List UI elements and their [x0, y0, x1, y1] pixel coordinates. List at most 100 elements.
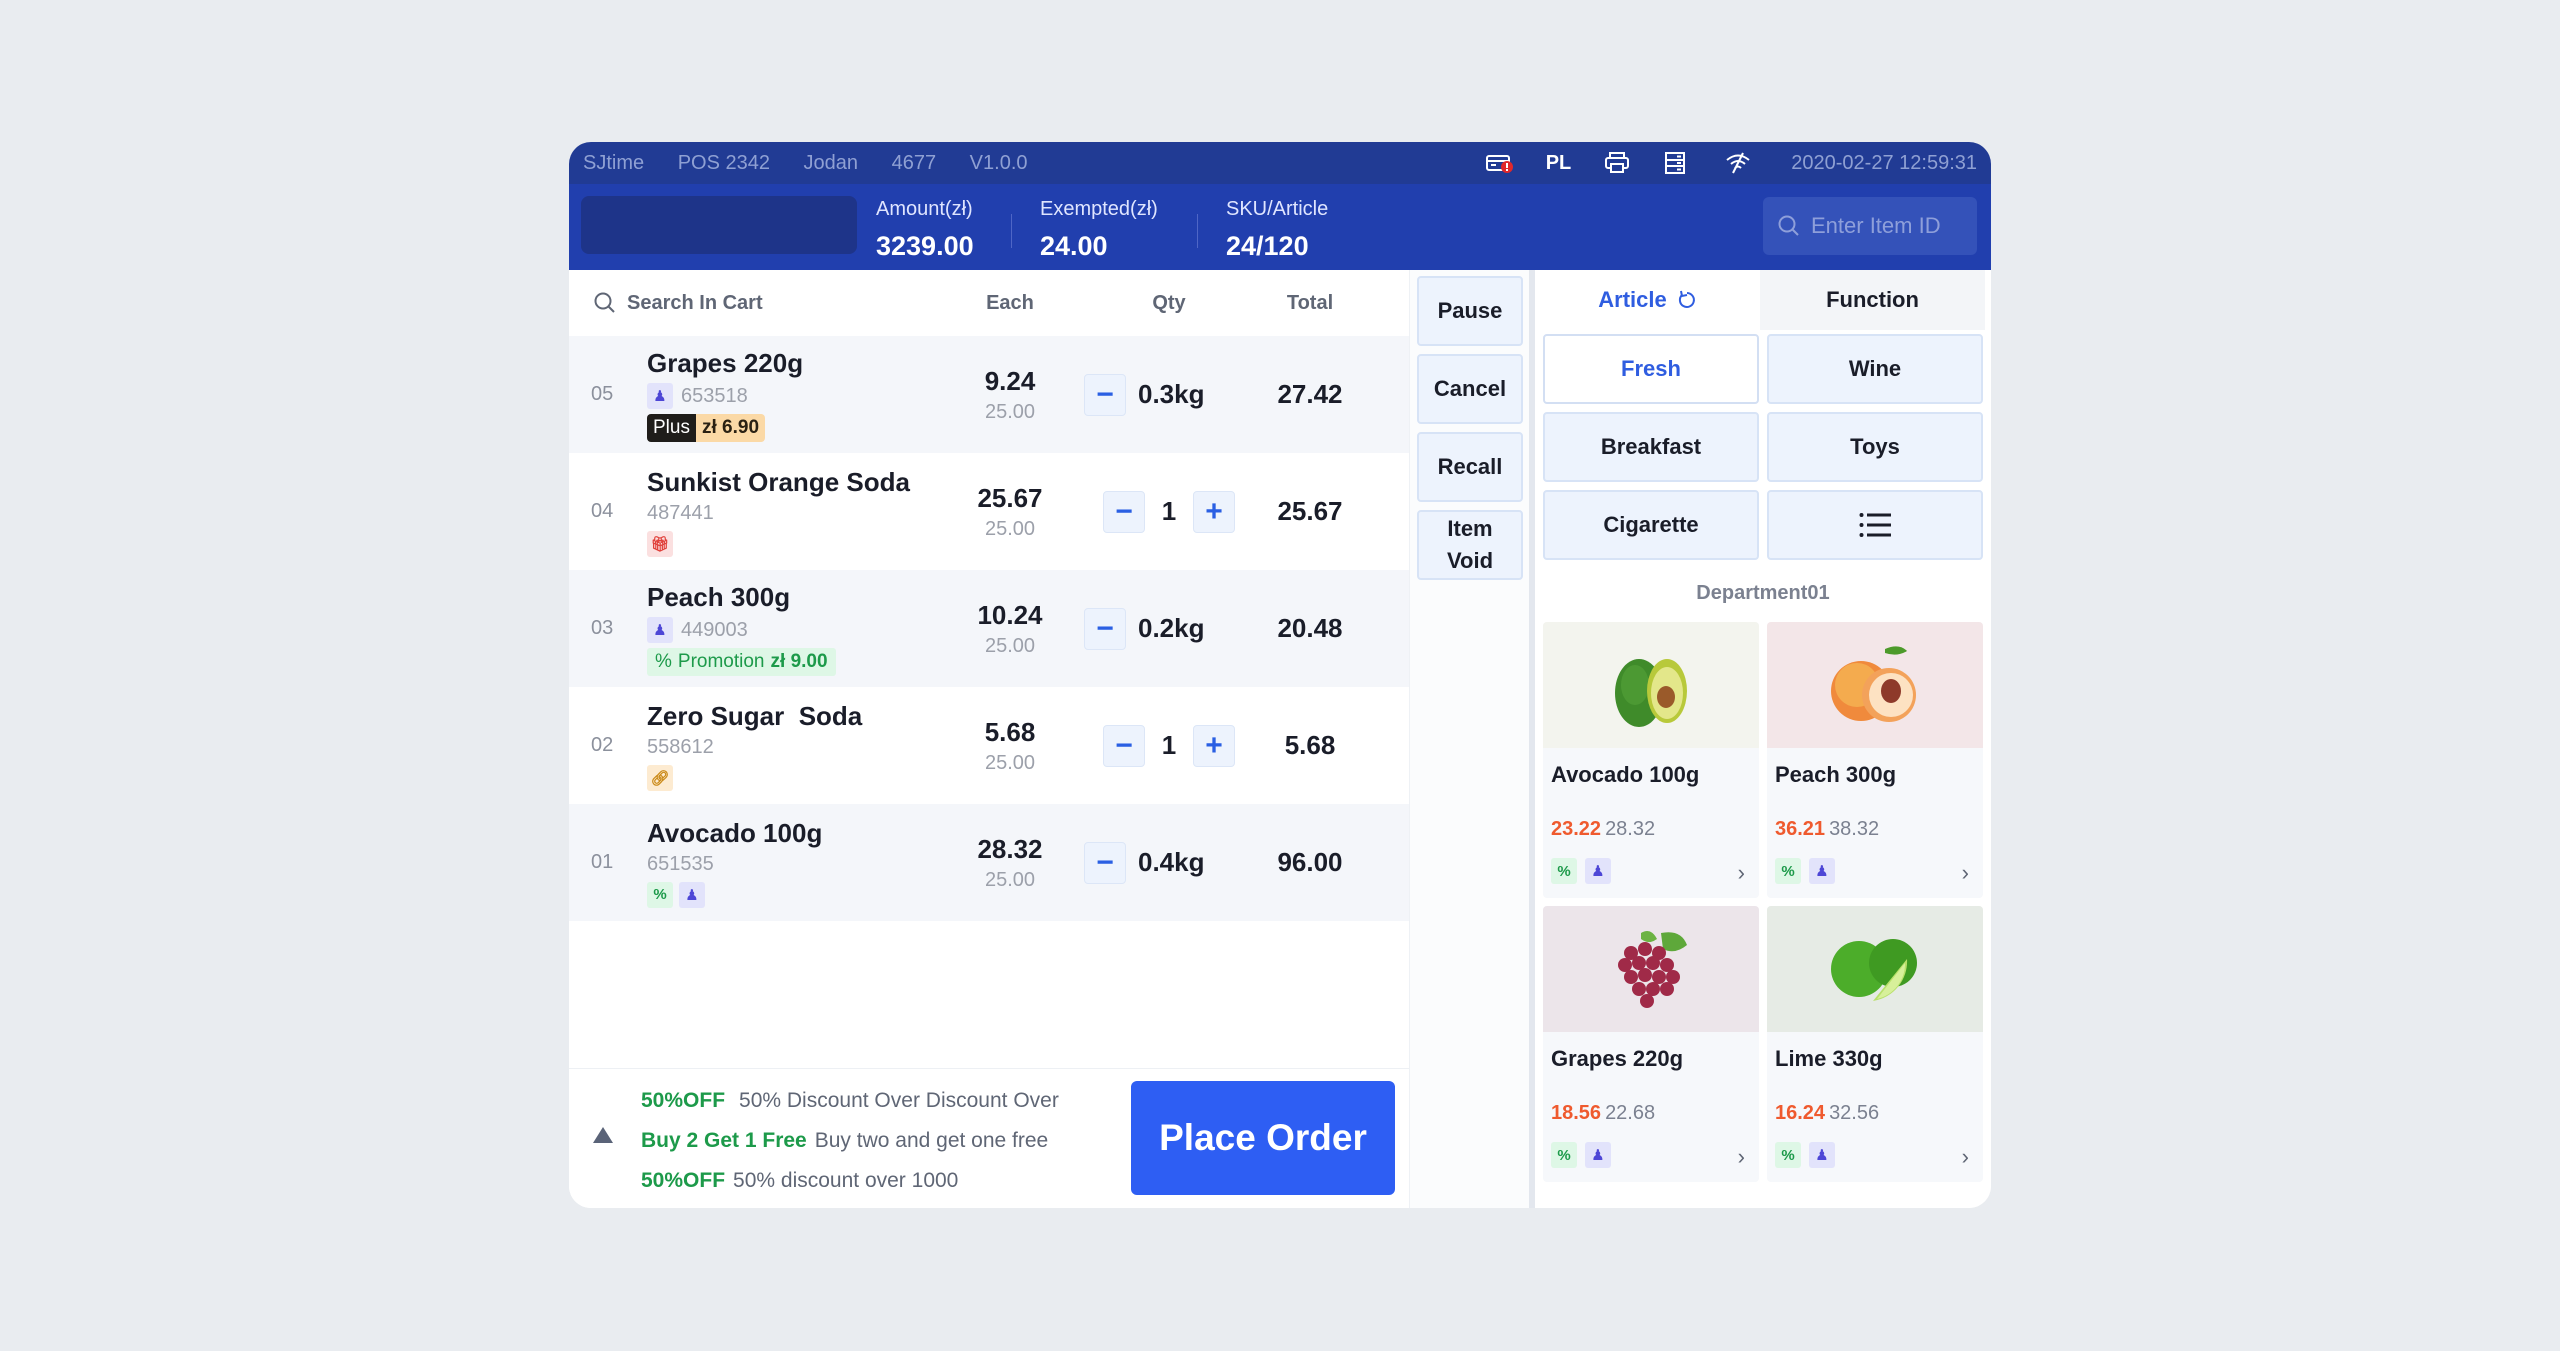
- app-version: V1.0.0: [969, 151, 1028, 174]
- product-card[interactable]: Peach 300g 36.21 38.32 % ♟ ›: [1767, 622, 1983, 898]
- item-name: Peach 300g: [647, 582, 791, 612]
- item-sku: 558612: [647, 735, 714, 758]
- chevron-right-icon[interactable]: ›: [1962, 1144, 1969, 1170]
- decrease-qty-button[interactable]: −: [1103, 724, 1145, 767]
- exempted-label: Exempted(zł): [1040, 198, 1158, 220]
- increase-qty-button[interactable]: +: [1193, 724, 1235, 767]
- action-column: Pause Cancel Recall Item Void: [1409, 270, 1529, 1208]
- cart-row[interactable]: 02 Zero Sugar Soda 558612 🔗︎ 5.68 25.00 −…: [569, 687, 1409, 804]
- search-in-cart[interactable]: Search In Cart: [569, 291, 944, 315]
- server-icon[interactable]: [1665, 152, 1691, 174]
- regular-price: 22.68: [1605, 1102, 1656, 1124]
- row-index: 02: [591, 734, 614, 756]
- unit-price: 5.68: [984, 716, 1036, 747]
- catalog-panel: Article Function Fresh Wine Breakfast To…: [1535, 270, 1991, 1208]
- chevron-right-icon[interactable]: ›: [1962, 860, 1969, 886]
- decrease-qty-button[interactable]: −: [1084, 607, 1126, 650]
- product-card[interactable]: Avocado 100g 23.22 28.32 % ♟ ›: [1543, 622, 1759, 898]
- promotion-desc: Buy two and get one free: [814, 1129, 1049, 1152]
- member-slot[interactable]: [581, 196, 857, 254]
- original-price: 25.00: [984, 634, 1036, 657]
- category-cigarette[interactable]: Cigarette: [1543, 490, 1759, 560]
- stat-divider: [1011, 214, 1012, 248]
- regular-price: 38.32: [1829, 818, 1880, 840]
- product-name: Lime 330g: [1775, 1046, 1883, 1071]
- product-card[interactable]: Grapes 220g 18.56 22.68 % ♟ ›: [1543, 906, 1759, 1182]
- wifi-off-icon[interactable]: [1725, 152, 1751, 174]
- plus-label: Plus: [647, 414, 696, 442]
- tab-function[interactable]: Function: [1760, 270, 1985, 330]
- cart-row[interactable]: 01 Avocado 100g 651535 % ♟ 28.32 25.00 − 0…: [569, 804, 1409, 921]
- sale-price: 36.21: [1775, 818, 1826, 840]
- tab-article[interactable]: Article: [1535, 270, 1760, 330]
- category-grid: Fresh Wine Breakfast Toys Cigarette: [1543, 334, 1983, 560]
- promotion-desc: 50% Discount Over Discount Over: [739, 1089, 1059, 1112]
- more-categories-button[interactable]: [1767, 490, 1983, 560]
- item-id-search[interactable]: [1763, 197, 1977, 255]
- category-toys[interactable]: Toys: [1767, 412, 1983, 482]
- avocado-image: [1543, 622, 1759, 748]
- member-icon: ♟: [679, 881, 705, 908]
- peach-image: [1767, 622, 1983, 748]
- item-name: Avocado 100g: [647, 817, 823, 848]
- category-breakfast[interactable]: Breakfast: [1543, 412, 1759, 482]
- promotion-key: Buy 2 Get 1 Free: [641, 1129, 807, 1152]
- recall-button[interactable]: Recall: [1417, 432, 1523, 502]
- promotion-badge: % Promotion zł 9.00: [647, 648, 836, 676]
- unit-price: 10.24: [977, 599, 1043, 630]
- chevron-right-icon[interactable]: ›: [1738, 860, 1745, 886]
- original-price: 25.00: [984, 517, 1036, 540]
- cart-footer: 50%OFF 50% Discount Over Discount Over Bu…: [569, 1068, 1409, 1208]
- regular-price: 32.56: [1829, 1102, 1880, 1124]
- category-fresh[interactable]: Fresh: [1543, 334, 1759, 404]
- item-name: Sunkist Orange Soda: [647, 466, 910, 497]
- cart-row[interactable]: 04 Sunkist Orange Soda 487441 🎁︎ 25.67 25…: [569, 453, 1409, 570]
- printer-icon[interactable]: [1605, 152, 1631, 174]
- datetime: 2020-02-27 12:59:31: [1791, 151, 1977, 174]
- cart-row[interactable]: 03 Peach 300g ♟ 449003 % Promotion zł 9.00 …: [569, 570, 1409, 687]
- lime-image: [1767, 906, 1983, 1032]
- sku-label: SKU/Article: [1226, 198, 1329, 220]
- percent-icon: %: [655, 651, 672, 672]
- chevron-right-icon[interactable]: ›: [1738, 1144, 1745, 1170]
- list-icon: [1859, 513, 1891, 537]
- order-summary-header: Amount(zł) 3239.00 Exempted(zł) 24.00 SK…: [569, 184, 1991, 270]
- catalog-tabs: Article Function: [1535, 270, 1991, 330]
- item-sku: 653518: [681, 384, 748, 407]
- promotion-label: Promotion: [677, 651, 765, 672]
- product-card[interactable]: Lime 330g 16.24 32.56 % ♟ ›: [1767, 906, 1983, 1182]
- decrease-qty-button[interactable]: −: [1103, 490, 1145, 533]
- category-wine[interactable]: Wine: [1767, 334, 1983, 404]
- column-qty: Qty: [1152, 291, 1186, 314]
- store-name: SJtime: [583, 151, 645, 174]
- stat-divider: [1197, 214, 1198, 248]
- item-sku: 449003: [681, 618, 748, 641]
- percent-icon: %: [1551, 1142, 1577, 1168]
- refresh-icon[interactable]: [1677, 290, 1697, 310]
- item-void-label-line1: Item: [1447, 516, 1493, 542]
- product-name: Grapes 220g: [1551, 1046, 1684, 1071]
- tab-article-label: Article: [1598, 287, 1667, 312]
- decrease-qty-button[interactable]: −: [1084, 841, 1126, 884]
- row-index: 04: [591, 500, 614, 522]
- place-order-button[interactable]: Place Order: [1131, 1081, 1395, 1195]
- pause-button[interactable]: Pause: [1417, 276, 1523, 346]
- gift-icon: 🎁︎: [647, 530, 673, 557]
- decrease-qty-button[interactable]: −: [1084, 373, 1126, 416]
- increase-qty-button[interactable]: +: [1193, 490, 1235, 533]
- item-qty: 1: [1161, 496, 1177, 526]
- percent-icon: %: [647, 881, 673, 908]
- column-total: Total: [1286, 291, 1334, 314]
- cash-drawer-alert-icon[interactable]: [1485, 152, 1513, 174]
- cancel-button[interactable]: Cancel: [1417, 354, 1523, 424]
- exempted-stat: Exempted(zł) 24.00: [1040, 198, 1158, 262]
- department-title: Department01: [1696, 582, 1830, 604]
- grapes-image: [1543, 906, 1759, 1032]
- item-sku: 487441: [647, 501, 714, 524]
- language-selector[interactable]: PL: [1546, 152, 1572, 175]
- item-id-input[interactable]: [1811, 213, 1971, 239]
- percent-icon: %: [1775, 1142, 1801, 1168]
- item-void-button[interactable]: Item Void: [1417, 510, 1523, 580]
- member-icon: ♟: [1809, 1142, 1835, 1168]
- cart-row[interactable]: 05 Grapes 220g ♟ 653518 Plus zł 6.90 9.24 2…: [569, 336, 1409, 453]
